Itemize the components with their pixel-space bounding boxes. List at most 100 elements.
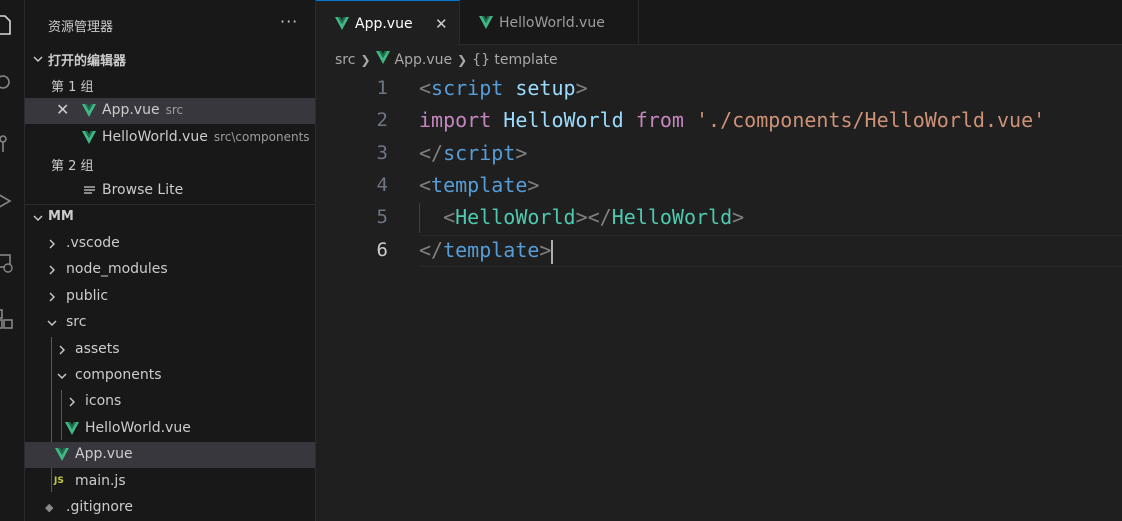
code-token: > <box>575 76 588 100</box>
tree-item-label: .vscode <box>66 235 120 251</box>
open-editor-browse-lite[interactable]: Browse Lite <box>25 178 315 204</box>
code-line[interactable]: <HelloWorld></HelloWorld> <box>419 205 744 229</box>
code-token: </ <box>419 238 444 262</box>
code-line[interactable]: import HelloWorld from './components/Hel… <box>419 108 1045 132</box>
code-line[interactable]: <script setup> <box>419 76 588 100</box>
code-token: script <box>443 141 516 165</box>
tree-item-folder[interactable]: components <box>25 363 315 389</box>
code-token: HelloWorld <box>503 108 624 132</box>
chevron-right-icon <box>69 397 75 407</box>
project-name: MM <box>48 209 74 224</box>
tree-item-folder[interactable]: icons <box>25 389 315 415</box>
file-path-hint: src\components <box>213 130 310 144</box>
chevron-down-icon <box>47 320 57 326</box>
breadcrumb-item[interactable]: {} template <box>472 52 557 68</box>
tree-item-folder[interactable]: src <box>25 310 315 336</box>
js-file-icon: JS <box>54 476 64 486</box>
code-token: script <box>431 76 504 100</box>
tree-item-label: App.vue <box>75 446 133 462</box>
chevron-down-icon <box>33 56 43 62</box>
tree-item-label: .gitignore <box>66 499 133 515</box>
tree-item-label: icons <box>85 393 122 409</box>
code-token: './components/HelloWorld.vue' <box>695 108 1046 132</box>
code-token: > <box>515 141 528 165</box>
file-name: Browse Lite <box>102 182 184 198</box>
line-number: 4 <box>376 174 388 196</box>
line-number: 3 <box>376 142 388 164</box>
open-editors-label: 打开的编辑器 <box>48 54 127 69</box>
tree-item-label: assets <box>75 341 120 357</box>
close-icon[interactable]: ✕ <box>435 15 448 33</box>
code-token: template <box>443 238 540 262</box>
editor-group-1[interactable]: 第 1 组 <box>25 72 315 98</box>
open-editor-app-vue[interactable]: ✕ App.vue src <box>25 98 315 124</box>
line-number: 5 <box>376 206 388 228</box>
tree-item-folder[interactable]: public <box>25 284 315 310</box>
chevron-right-icon: ❯ <box>457 53 468 67</box>
explorer-sidebar: 资源管理器 ··· 打开的编辑器 第 1 组 ✕ App.vue src Hell… <box>25 0 316 521</box>
code-line[interactable]: </script> <box>419 141 527 165</box>
tree-item-file[interactable]: HelloWorld.vue <box>25 416 315 442</box>
code-line[interactable]: <template> <box>419 173 539 197</box>
file-path-hint: src <box>165 103 184 117</box>
file-name: HelloWorld.vue <box>102 129 208 145</box>
preview-icon <box>84 186 95 194</box>
code-token: import <box>419 108 492 132</box>
code-line[interactable]: </template> <box>419 238 554 264</box>
code-token: > <box>527 173 540 197</box>
tree-item-folder[interactable]: node_modules <box>25 257 315 283</box>
tab-app-vue[interactable]: App.vue ✕ <box>316 0 460 46</box>
more-actions-icon[interactable]: ··· <box>280 12 298 31</box>
group-label: 第 1 组 <box>51 80 94 95</box>
tree-item-label: src <box>66 314 87 330</box>
sidebar-title: 资源管理器 <box>48 20 114 35</box>
code-token: > <box>539 238 552 262</box>
file-name: App.vue <box>102 102 160 118</box>
project-header[interactable]: MM <box>25 204 315 231</box>
extensions-icon[interactable] <box>0 308 14 330</box>
code-token: </ <box>587 205 612 229</box>
tree-item-file-selected[interactable]: App.vue <box>25 442 315 468</box>
code-token: template <box>431 173 528 197</box>
run-debug-icon[interactable] <box>0 190 14 212</box>
close-icon[interactable]: ✕ <box>56 100 69 119</box>
source-control-icon[interactable] <box>0 133 14 155</box>
code-token: HelloWorld <box>455 205 576 229</box>
tree-item-folder[interactable]: assets <box>25 337 315 363</box>
json-extension-icon[interactable] <box>0 369 14 391</box>
activity-bar <box>0 0 25 521</box>
text-cursor <box>551 239 554 264</box>
code-token: < <box>419 76 432 100</box>
open-editors-header[interactable]: 打开的编辑器 <box>25 46 315 72</box>
chevron-right-icon: ❯ <box>360 53 371 67</box>
breadcrumb-item[interactable]: App.vue <box>395 52 453 68</box>
tree-item-label: components <box>75 367 162 383</box>
vue-file-icon <box>335 17 349 30</box>
breadcrumb-item[interactable]: src <box>335 52 355 68</box>
tree-item-file[interactable]: ◆ .gitignore <box>25 495 315 521</box>
tree-item-label: public <box>66 288 109 304</box>
remote-explorer-icon[interactable] <box>0 252 14 274</box>
tab-helloworld-vue[interactable]: HelloWorld.vue <box>460 0 639 44</box>
breadcrumb: src ❯ App.vue ❯ {} template <box>335 51 558 71</box>
vue-file-icon <box>82 104 96 117</box>
search-icon[interactable] <box>0 72 14 94</box>
tree-item-file[interactable]: JS main.js <box>25 469 315 495</box>
code-token: > <box>575 205 588 229</box>
editor-group-2[interactable]: 第 2 组 <box>25 151 315 177</box>
line-number: 1 <box>376 77 388 99</box>
code-token: HelloWorld <box>611 205 733 229</box>
open-editor-helloworld-vue[interactable]: HelloWorld.vue src\components <box>25 125 315 151</box>
tree-item-label: HelloWorld.vue <box>85 420 191 436</box>
tree-item-label: main.js <box>75 473 126 489</box>
tab-bar: App.vue ✕ HelloWorld.vue <box>316 0 1122 46</box>
chevron-right-icon <box>59 345 65 355</box>
code-token: </ <box>419 141 444 165</box>
vue-file-icon <box>479 16 493 29</box>
explorer-icon[interactable] <box>0 14 14 36</box>
tree-item-folder[interactable]: .vscode <box>25 231 315 257</box>
vue-file-icon <box>375 51 390 64</box>
